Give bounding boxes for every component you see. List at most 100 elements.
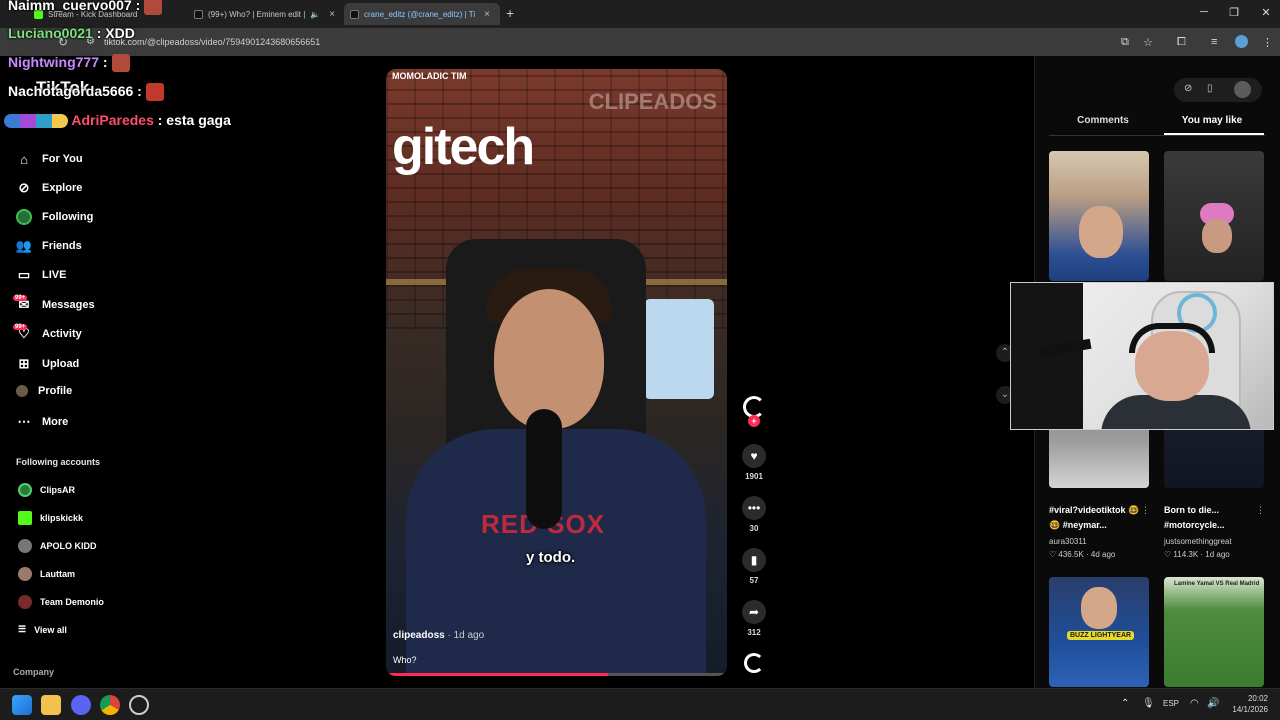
file-explorer-icon[interactable]: [41, 695, 61, 715]
comment-icon: •••: [742, 496, 766, 520]
language-indicator[interactable]: ESP: [1163, 699, 1179, 708]
following-account[interactable]: ClipsAR: [18, 483, 75, 497]
sidebar-item-label: Messages: [42, 299, 95, 311]
more-options-icon[interactable]: ⋮: [1256, 505, 1265, 516]
tiktok-icon: [350, 9, 359, 19]
video-author[interactable]: clipeadoss · 1d ago: [393, 630, 484, 641]
media-control-icon[interactable]: ≡: [1211, 36, 1217, 48]
tab-crane-editz[interactable]: crane_editz (@crane_editz) | Ti ×: [344, 3, 500, 25]
video-thumbnail[interactable]: BUZZ LIGHTYEAR: [1049, 577, 1149, 687]
following-account[interactable]: APOLO KIDD: [18, 539, 97, 553]
tab-you-may-like[interactable]: You may like: [1164, 115, 1260, 126]
bookmark-star-icon[interactable]: ☆: [1143, 36, 1153, 49]
sidebar-item-explore[interactable]: ⊘ Explore: [16, 180, 83, 196]
new-tab-button[interactable]: +: [506, 5, 514, 21]
like-button[interactable]: ♥ 1901: [740, 444, 768, 481]
following-account[interactable]: klipskickk: [18, 511, 83, 525]
avatar[interactable]: [1234, 81, 1251, 98]
profile-icon: [16, 385, 28, 397]
windows-start-icon[interactable]: [12, 695, 32, 715]
tab-eminem-edit[interactable]: (99+) Who? | Eminem edit | 🔈 ×: [188, 3, 340, 25]
close-window-icon[interactable]: ✕: [1256, 6, 1276, 19]
chrome-icon[interactable]: [100, 695, 120, 715]
tab-comments[interactable]: Comments: [1050, 115, 1156, 126]
avatar: [18, 567, 32, 581]
sidebar-item-upload[interactable]: ⊞ Upload: [16, 356, 80, 372]
chat-message: AdriParedes : esta gaga: [4, 112, 231, 129]
sidebar-item-for-you[interactable]: ⌂ For You: [16, 151, 83, 167]
sidebar-item-following[interactable]: Following: [16, 209, 93, 225]
following-account[interactable]: Lauttam: [18, 567, 75, 581]
tab-label: (99+) Who? | Eminem edit |: [208, 9, 306, 19]
card-meta: ♡ 114.3K · 1d ago: [1164, 550, 1230, 559]
close-tab-icon[interactable]: ×: [329, 9, 335, 20]
clock-time: 20:02: [1247, 694, 1268, 703]
card-meta: ♡ 436.5K · 4d ago: [1049, 550, 1115, 559]
card-username[interactable]: justsomethinggreat: [1164, 537, 1232, 546]
mobile-icon[interactable]: ▯: [1207, 83, 1213, 94]
sidebar-item-label: For You: [42, 153, 83, 165]
tab-divider: [1049, 135, 1265, 136]
video-sign-text: MOMOLADIC TIM: [392, 71, 467, 81]
sidebar-item-live[interactable]: ▭ LIVE: [16, 267, 67, 283]
video-microphone: [526, 409, 562, 529]
post-date: · 1d ago: [444, 630, 485, 641]
speaker-icon[interactable]: 🔈: [310, 10, 320, 19]
footer-company-link[interactable]: Company: [13, 667, 54, 677]
microphone-icon[interactable]: 🎙: [1142, 698, 1155, 709]
video-thumbnail[interactable]: [1049, 151, 1149, 281]
account-name: ClipsAR: [40, 485, 76, 495]
browser-profile-avatar[interactable]: [1235, 35, 1248, 48]
music-disc-icon[interactable]: [744, 653, 764, 673]
author-name[interactable]: clipeadoss: [393, 630, 445, 641]
install-app-icon[interactable]: ⧉: [1121, 36, 1129, 49]
more-icon: ⋯: [17, 414, 31, 429]
clock[interactable]: 20:02 14/1/2026: [1230, 693, 1268, 715]
sidebar-item-profile[interactable]: Profile: [16, 385, 72, 397]
save-count: 57: [749, 576, 759, 585]
chat-username: Nachotagorda5666: [8, 83, 134, 99]
more-options-icon[interactable]: ⋮: [1141, 505, 1150, 516]
avatar: [18, 595, 32, 609]
badge-icons: [4, 114, 68, 129]
video-progress-bar[interactable]: [386, 673, 727, 676]
video-player[interactable]: MOMOLADIC TIM gitech CLIPEADOS RED SOX y…: [386, 69, 727, 676]
app-icon[interactable]: [129, 695, 149, 715]
sidebar-item-friends[interactable]: 👥 Friends: [16, 238, 82, 254]
menu-icon[interactable]: ⋮: [1262, 36, 1273, 49]
chat-text: esta gaga: [162, 112, 231, 128]
chat-separator: :: [99, 54, 108, 70]
url-field[interactable]: tiktok.com/@clipeadoss/video/75949012436…: [104, 37, 320, 47]
tiktok-sidebar: ⌂ For You ⊘ Explore Following 👥 Friends …: [0, 56, 160, 688]
tray-chevron-icon[interactable]: ⌃: [1121, 698, 1129, 709]
sidebar-item-messages[interactable]: ✉ Messages: [16, 297, 95, 313]
volume-icon[interactable]: 🔊: [1207, 698, 1219, 709]
minimize-icon[interactable]: ─: [1194, 6, 1214, 18]
chat-separator: :: [133, 83, 142, 99]
share-button[interactable]: ➦ 312: [740, 600, 768, 637]
video-thumbnail[interactable]: Lamine Yamal VS Real Madrid: [1164, 577, 1264, 687]
webcam-background: [1011, 283, 1083, 429]
comment-count: 30: [749, 524, 759, 533]
account-name: Lauttam: [40, 569, 76, 579]
sidebar-item-label: Upload: [42, 358, 80, 370]
video-subtitle: y todo.: [526, 549, 576, 566]
close-tab-icon[interactable]: ×: [484, 9, 490, 20]
view-all-link[interactable]: ☰ View all: [18, 624, 67, 635]
video-thumbnail[interactable]: [1164, 151, 1264, 281]
wifi-icon[interactable]: ◠: [1190, 698, 1199, 709]
card-title[interactable]: Born to die... #motorcycle...: [1164, 503, 1264, 533]
discord-icon[interactable]: [71, 695, 91, 715]
restore-icon[interactable]: ❐: [1224, 6, 1244, 19]
live-icon: ▭: [17, 267, 31, 282]
save-button[interactable]: ▮ 57: [740, 548, 768, 585]
settings-icon[interactable]: ⊘: [1184, 83, 1192, 94]
card-title[interactable]: #viral?videotiktok 🤓🤓 #neymar...: [1049, 503, 1149, 533]
card-username[interactable]: aura30311: [1049, 537, 1087, 546]
following-account[interactable]: Team Demonio: [18, 595, 104, 609]
comment-button[interactable]: ••• 30: [740, 496, 768, 533]
extensions-icon[interactable]: ⧠: [1177, 36, 1186, 49]
sidebar-item-more[interactable]: ⋯ More: [16, 414, 69, 430]
account-name: klipskickk: [40, 513, 84, 523]
follow-plus-icon[interactable]: +: [748, 415, 760, 427]
